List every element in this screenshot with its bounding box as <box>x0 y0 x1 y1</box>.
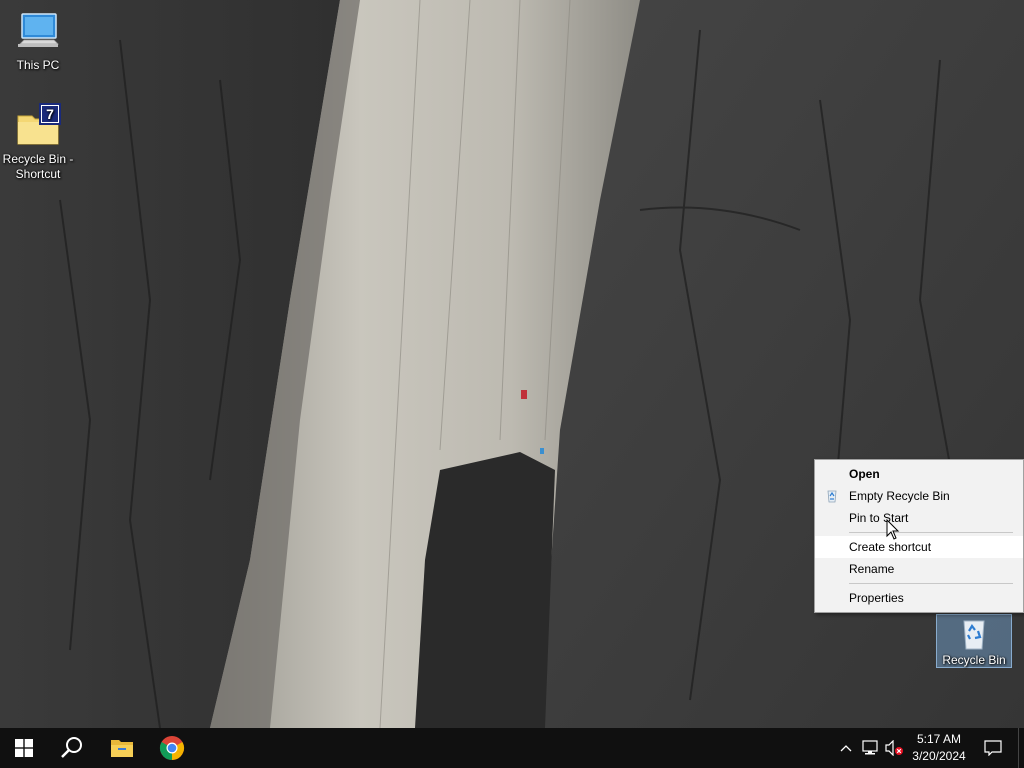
menu-item-label: Rename <box>849 562 895 576</box>
network-tray-button[interactable] <box>860 738 880 758</box>
recycle-bin-icon <box>963 620 985 650</box>
file-explorer-icon <box>111 740 133 757</box>
desktop[interactable]: This PC 7 Recycle Bin - Shortcut Recycle… <box>0 0 1024 728</box>
menu-item-rename[interactable]: Rename <box>815 558 1023 580</box>
volume-muted-icon <box>885 740 903 756</box>
clock-date: 3/20/2024 <box>912 749 966 763</box>
desktop-icon-label: Recycle Bin <box>942 653 1006 667</box>
chrome-button[interactable] <box>148 728 196 768</box>
menu-item-empty-recycle-bin[interactable]: Empty Recycle Bin <box>815 485 1023 507</box>
chrome-icon <box>159 736 185 760</box>
windows-logo-icon <box>15 739 33 757</box>
chevron-up-icon <box>840 745 852 752</box>
context-menu: Open Empty Recycle Bin Pin to Start Crea… <box>814 459 1024 613</box>
menu-item-open[interactable]: Open <box>815 463 1023 485</box>
taskbar: 5:17 AM 3/20/2024 <box>0 728 1024 768</box>
svg-text:7: 7 <box>46 106 54 122</box>
show-desktop-button[interactable] <box>1018 728 1024 768</box>
action-center-button[interactable] <box>978 728 1008 768</box>
file-explorer-button[interactable] <box>98 728 146 768</box>
desktop-icon-recycle-bin[interactable]: Recycle Bin <box>936 614 1012 668</box>
search-icon <box>61 737 82 758</box>
menu-item-label: Properties <box>849 591 904 605</box>
notification-icon <box>984 740 1002 756</box>
search-button[interactable] <box>48 728 96 768</box>
clock-time: 5:17 AM <box>916 732 962 746</box>
menu-item-label: Empty Recycle Bin <box>849 489 950 503</box>
computer-icon <box>18 13 59 47</box>
desktop-wallpaper <box>0 0 1024 728</box>
desktop-icon-recycle-bin-shortcut[interactable]: 7 Recycle Bin - Shortcut <box>0 102 76 182</box>
shortcut-folder-icon: 7 <box>17 103 61 145</box>
menu-item-properties[interactable]: Properties <box>815 587 1023 609</box>
menu-item-create-shortcut[interactable]: Create shortcut <box>815 536 1023 558</box>
show-hidden-icons-button[interactable] <box>836 738 856 758</box>
mouse-cursor-icon <box>886 519 900 540</box>
menu-item-label: Open <box>849 467 880 481</box>
volume-tray-button[interactable] <box>884 738 904 758</box>
menu-separator <box>849 532 1013 533</box>
system-clock[interactable]: 5:17 AM 3/20/2024 <box>906 731 972 765</box>
start-button[interactable] <box>0 728 48 768</box>
menu-item-pin-to-start[interactable]: Pin to Start <box>815 507 1023 529</box>
desktop-icon-label: This PC <box>16 58 60 72</box>
menu-item-label: Create shortcut <box>849 540 932 554</box>
recycle-icon <box>827 490 837 503</box>
desktop-icon-this-pc[interactable]: This PC <box>0 8 76 73</box>
menu-separator <box>849 583 1013 584</box>
desktop-icon-label: Recycle Bin - Shortcut <box>2 152 74 181</box>
network-icon <box>862 740 878 755</box>
